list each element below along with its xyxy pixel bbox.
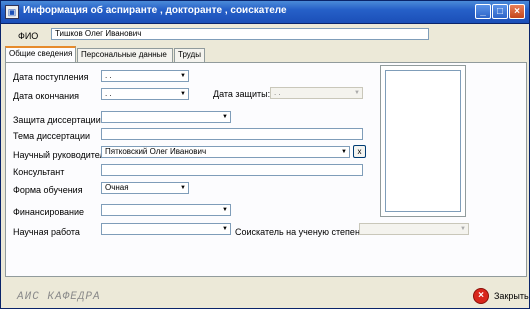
- defense-date-label: Дата защиты:: [213, 89, 271, 99]
- chevron-down-icon[interactable]: ▼: [178, 183, 188, 193]
- financing-label: Финансирование: [13, 207, 85, 217]
- admission-date-value: . .: [105, 71, 112, 80]
- chevron-down-icon[interactable]: ▼: [339, 147, 349, 157]
- tab-works[interactable]: Труды: [174, 48, 205, 62]
- chevron-down-icon[interactable]: ▼: [178, 71, 188, 81]
- financing-select[interactable]: ▼: [101, 204, 231, 216]
- study-form-select[interactable]: Очная ▼: [101, 182, 189, 194]
- supervisor-value: Пятковский Олег Иванович: [105, 147, 207, 156]
- supervisor-select[interactable]: Пятковский Олег Иванович ▼: [101, 146, 350, 158]
- degree-applicant-select: ▼: [359, 223, 469, 235]
- chevron-down-icon[interactable]: ▼: [178, 89, 188, 99]
- research-work-select[interactable]: ▼: [101, 223, 231, 235]
- consultant-label: Консультант: [13, 167, 65, 177]
- end-date-label: Дата окончания: [13, 91, 80, 101]
- window-close-button[interactable]: ×: [509, 4, 525, 19]
- dissertation-defense-select[interactable]: ▼: [101, 111, 231, 123]
- fio-input[interactable]: Тишков Олег Иванович: [51, 28, 429, 40]
- tab-general[interactable]: Общие сведения: [5, 46, 76, 62]
- app-window-icon: ▣: [5, 5, 19, 19]
- title-bar[interactable]: ▣ Информация об аспиранте , докторанте ,…: [1, 1, 529, 24]
- defense-date-picker: . . ▼: [270, 87, 363, 99]
- chevron-down-icon[interactable]: ▼: [220, 205, 230, 215]
- dissertation-topic-label: Тема диссертации: [13, 131, 91, 141]
- study-form-label: Форма обучения: [13, 185, 83, 195]
- defense-date-value: . .: [274, 88, 281, 97]
- chevron-down-icon: ▼: [460, 226, 466, 232]
- clear-supervisor-button[interactable]: x: [353, 145, 366, 158]
- app-brand: АИС КАФЕДРА: [17, 291, 101, 303]
- dissertation-topic-input[interactable]: [101, 128, 363, 140]
- photo-area: [385, 70, 461, 212]
- main-window: ▣ Информация об аспиранте , докторанте ,…: [0, 0, 530, 309]
- dissertation-defense-label: Защита диссертации: [13, 115, 101, 125]
- maximize-button[interactable]: □: [492, 4, 508, 19]
- chevron-down-icon[interactable]: ▼: [220, 112, 230, 122]
- photo-frame[interactable]: [380, 65, 466, 217]
- consultant-input[interactable]: [101, 164, 363, 176]
- end-date-value: . .: [105, 89, 112, 98]
- chevron-down-icon[interactable]: ▼: [220, 224, 230, 234]
- chevron-down-icon: ▼: [354, 90, 360, 96]
- study-form-value: Очная: [105, 183, 129, 192]
- close-button[interactable]: × Закрыть: [471, 285, 529, 307]
- admission-date-label: Дата поступления: [13, 72, 89, 82]
- close-icon: ×: [473, 288, 489, 304]
- minimize-button[interactable]: _: [475, 4, 491, 19]
- tab-personal-data[interactable]: Персональные данные: [77, 48, 173, 62]
- close-button-label: Закрыть: [494, 291, 529, 301]
- degree-applicant-label: Соискатель на ученую степень: [235, 227, 365, 237]
- supervisor-label: Научный руководитель: [13, 150, 110, 160]
- window-title: Информация об аспиранте , докторанте , с…: [23, 5, 287, 16]
- admission-date-picker[interactable]: . . ▼: [101, 70, 189, 82]
- fio-label: ФИО: [18, 31, 39, 41]
- research-work-label: Научная работа: [13, 227, 80, 237]
- end-date-picker[interactable]: . . ▼: [101, 88, 189, 100]
